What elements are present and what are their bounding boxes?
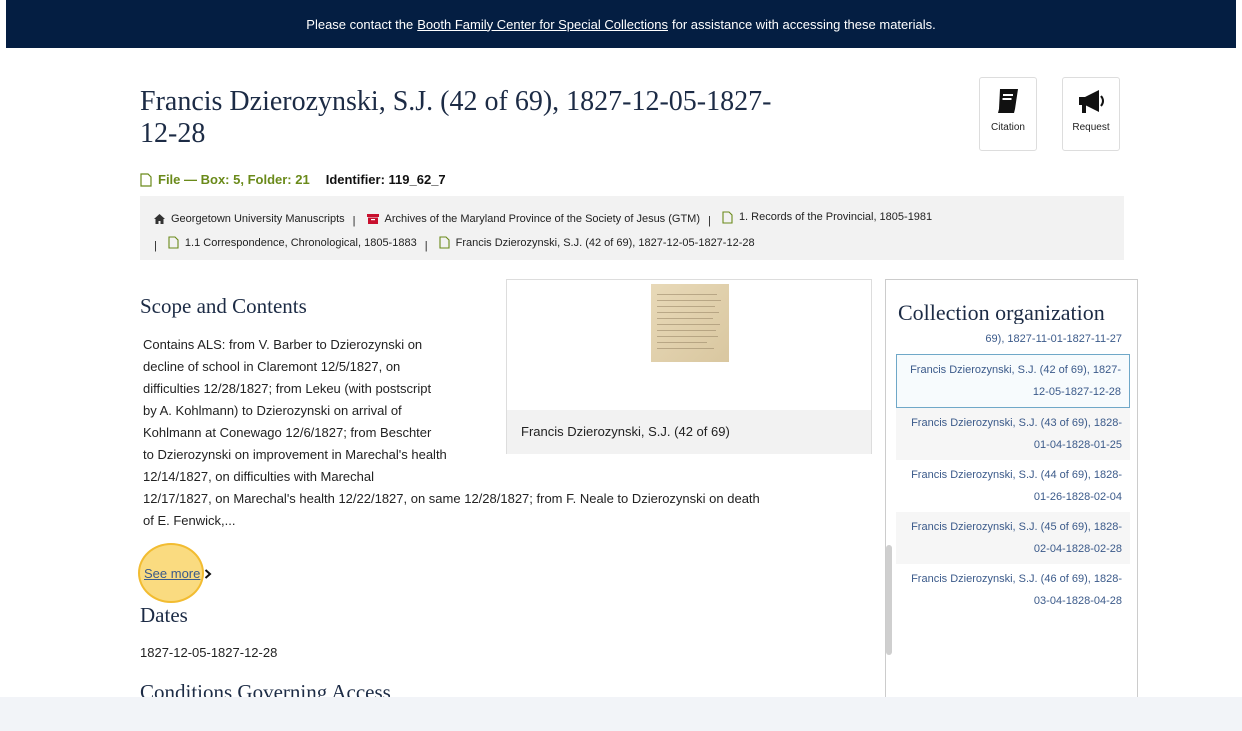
tree-item[interactable]: Francis Dzierozynski, S.J. (44 of 69), 1… (896, 460, 1130, 512)
breadcrumb-item[interactable]: Georgetown University Manuscripts (154, 208, 345, 230)
record-type-text: File — Box: 5, Folder: 21 (158, 172, 310, 187)
scope-heading: Scope and Contents (140, 294, 307, 318)
chevron-right-icon (205, 568, 212, 579)
collection-organization-panel: Collection organization 69), 1827-11-01-… (885, 279, 1138, 697)
request-label: Request (1072, 122, 1110, 133)
breadcrumb: Georgetown University Manuscripts | Arch… (140, 196, 1124, 260)
request-button[interactable]: Request (1062, 77, 1120, 151)
manuscript-thumbnail[interactable] (651, 284, 729, 362)
megaphone-icon (1079, 90, 1104, 113)
digital-object-card[interactable]: Francis Dzierozynski, S.J. (42 of 69) (506, 279, 872, 454)
file-icon (722, 210, 733, 224)
citation-button[interactable]: Citation (979, 77, 1037, 151)
tree-item[interactable]: Francis Dzierozynski, S.J. (45 of 69), 1… (896, 512, 1130, 564)
banner-text-post: for assistance with accessing these mate… (671, 16, 936, 32)
breadcrumb-item[interactable]: Archives of the Maryland Province of the… (366, 208, 700, 230)
tree-item[interactable]: Francis Dzierozynski, S.J. (46 of 69), 1… (896, 564, 1130, 616)
collection-organization-heading: Collection organization (898, 300, 1105, 325)
tree-item[interactable]: Francis Dzierozynski, S.J. (43 of 69), 1… (896, 408, 1130, 460)
file-icon (168, 236, 179, 249)
citation-label: Citation (991, 122, 1025, 133)
home-icon (154, 213, 165, 224)
page-title: Francis Dzierozynski, S.J. (42 of 69), 1… (140, 86, 772, 149)
record-meta: File — Box: 5, Folder: 21 Identifier: 11… (140, 172, 446, 187)
collection-tree: 69), 1827-11-01-1827-11-27 Francis Dzier… (896, 324, 1130, 616)
file-icon (140, 172, 152, 187)
dates-value: 1827-12-05-1827-12-28 (140, 645, 278, 660)
dates-heading: Dates (140, 603, 188, 627)
breadcrumb-item-current[interactable]: Francis Dzierozynski, S.J. (42 of 69), 1… (439, 232, 755, 254)
record-type: File — Box: 5, Folder: 21 (140, 172, 310, 187)
archive-box-icon (366, 213, 379, 224)
tree-scrollbar[interactable] (886, 545, 892, 655)
breadcrumb-item[interactable]: 1.1 Correspondence, Chronological, 1805-… (168, 232, 417, 254)
record-identifier: Identifier: 119_62_7 (325, 172, 446, 187)
file-icon (439, 236, 450, 249)
banner-text-pre: Please contact the (306, 16, 414, 32)
tree-item[interactable]: 69), 1827-11-01-1827-11-27 (896, 324, 1130, 354)
book-icon (998, 89, 1018, 113)
page: Please contact the Booth Family Center f… (0, 0, 1242, 697)
thumbnail-caption: Francis Dzierozynski, S.J. (42 of 69) (507, 410, 871, 454)
see-more-link[interactable]: See more (144, 566, 212, 581)
notice-banner: Please contact the Booth Family Center f… (6, 0, 1236, 48)
tree-item-current[interactable]: Francis Dzierozynski, S.J. (42 of 69), 1… (896, 354, 1130, 408)
breadcrumb-item[interactable]: 1. Records of the Provincial, 1805-1981 (722, 206, 932, 228)
conditions-heading: Conditions Governing Access (140, 680, 391, 697)
special-collections-link[interactable]: Booth Family Center for Special Collecti… (417, 17, 668, 32)
